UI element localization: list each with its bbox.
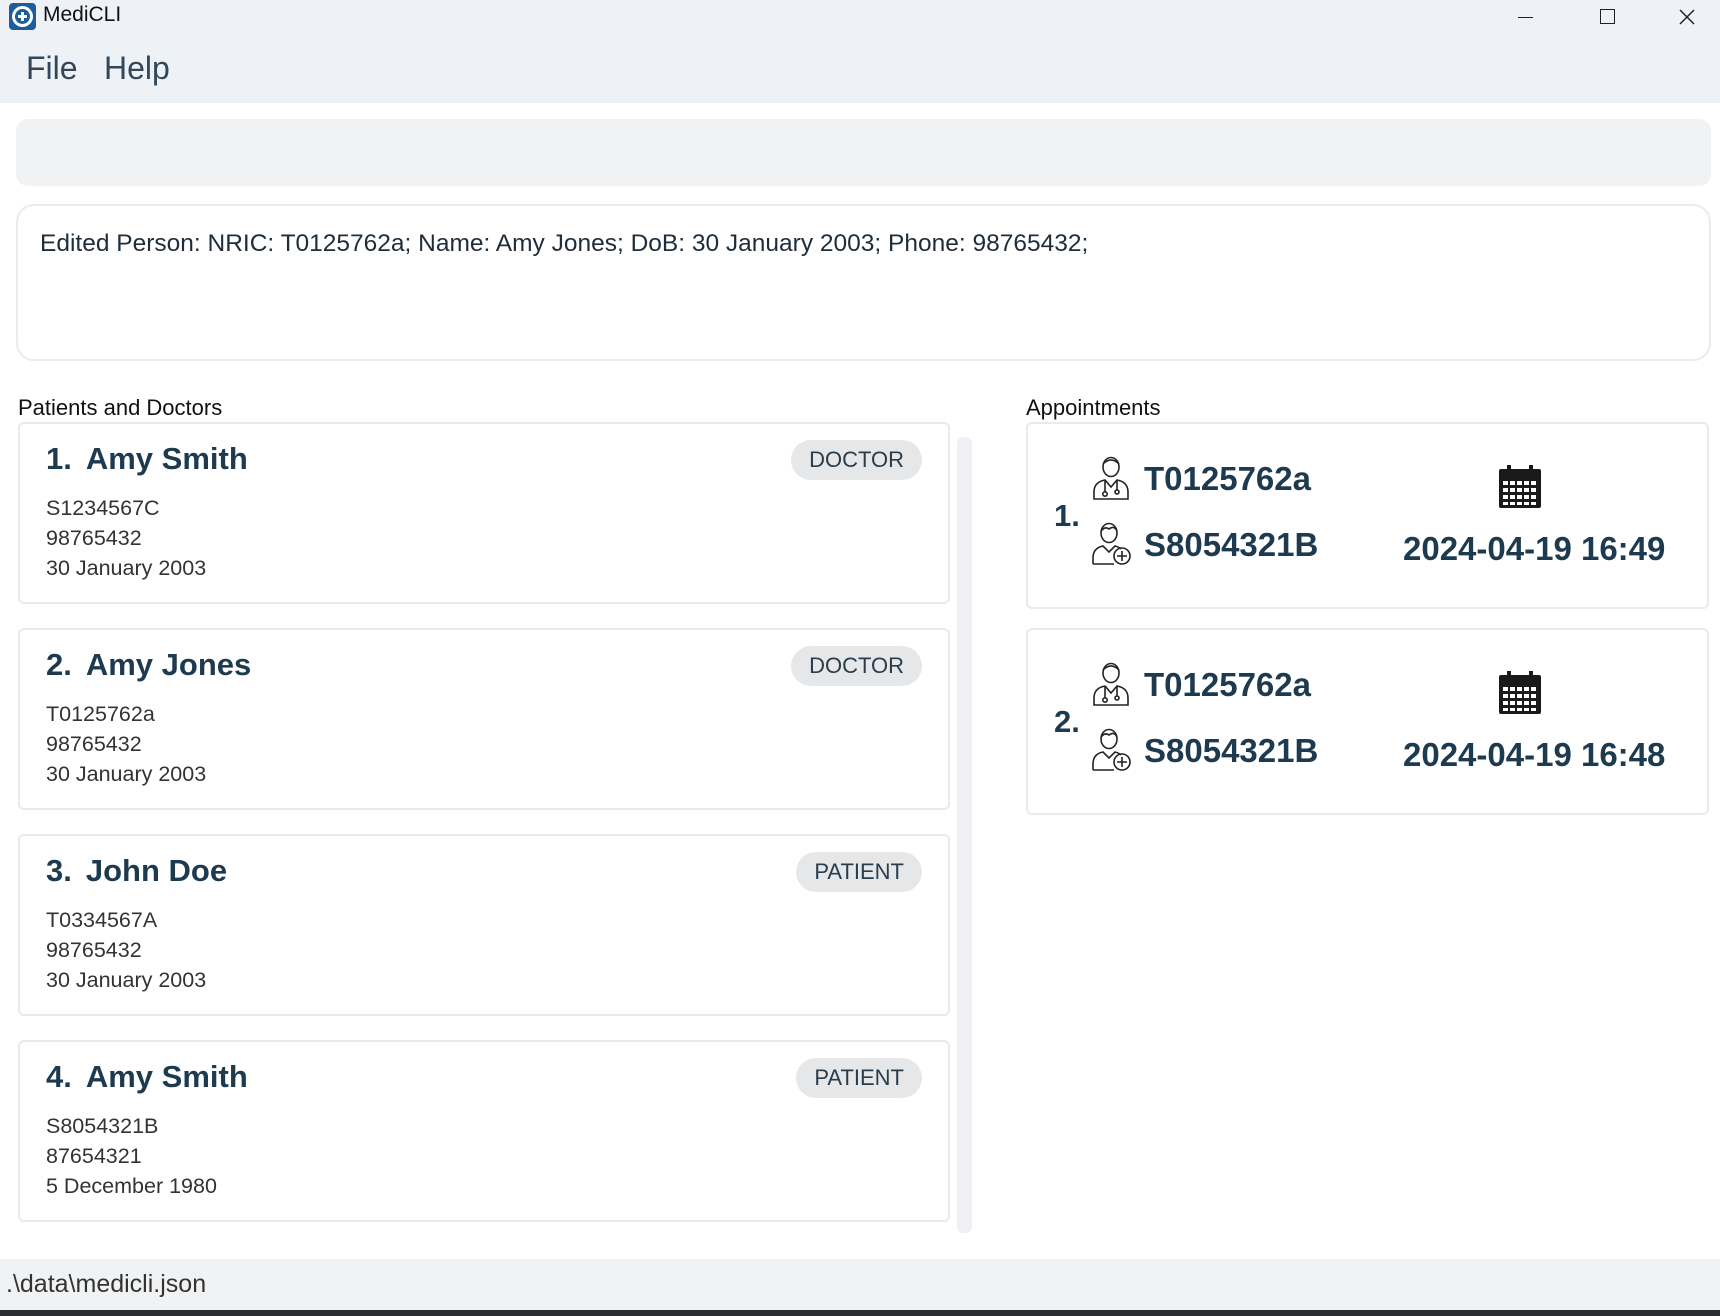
appointments-panel-label: Appointments [1026, 395, 1161, 420]
person-name: Amy Smith [85, 441, 248, 476]
patient-nric: S8054321B [1144, 732, 1319, 769]
result-display: Edited Person: NRIC: T0125762a; Name: Am… [16, 204, 1711, 361]
person-name-line: 1. Amy Smith [46, 441, 248, 477]
menu-bar: File Help [0, 33, 1720, 103]
appointment-card[interactable]: 2. T0125762a S8054321B 2024-04-19 16:48 [1026, 628, 1709, 815]
person-dob: 5 December 1980 [46, 1174, 217, 1198]
patient-icon [1092, 522, 1131, 565]
minimize-icon [1517, 16, 1533, 19]
doctor-icon [1093, 456, 1129, 500]
status-bar: .\data\medicli.json [0, 1259, 1720, 1310]
medical-cross-icon [9, 3, 36, 30]
role-badge: PATIENT [796, 1058, 922, 1098]
appointment-index: 1. [1054, 498, 1080, 533]
menu-file[interactable]: File [26, 50, 78, 87]
person-dob: 30 January 2003 [46, 968, 207, 992]
patient-icon [1092, 728, 1131, 771]
person-nric: S8054321B [46, 1114, 159, 1138]
person-name-line: 4. Amy Smith [46, 1059, 248, 1095]
person-list-scrollbar[interactable] [957, 437, 972, 1233]
person-name-line: 2. Amy Jones [46, 647, 251, 683]
person-nric: T0125762a [46, 702, 155, 726]
person-phone: 87654321 [46, 1144, 142, 1168]
person-list[interactable]: 1. Amy Smith DOCTOR S1234567C 98765432 30… [18, 422, 950, 1238]
patient-nric: S8054321B [1144, 526, 1319, 563]
people-panel-label: Patients and Doctors [18, 395, 223, 420]
doctor-nric: T0125762a [1144, 460, 1311, 497]
appointment-datetime: 2024-04-19 16:48 [1403, 736, 1666, 773]
menu-help[interactable]: Help [104, 50, 170, 87]
person-name: Amy Jones [85, 647, 252, 682]
appointment-index: 2. [1054, 704, 1080, 739]
person-phone: 98765432 [46, 732, 142, 756]
title-bar: MediCLI [0, 0, 1720, 33]
person-card[interactable]: 3. John Doe PATIENT T0334567A 98765432 30… [18, 834, 950, 1016]
appointment-card[interactable]: 1. T0125762a S8054321B 2024-04-19 16:49 [1026, 422, 1709, 609]
person-dob: 30 January 2003 [46, 556, 207, 580]
result-message: Edited Person: NRIC: T0125762a; Name: Am… [40, 230, 1089, 257]
window-bottom-edge [0, 1310, 1720, 1316]
person-index: 4. [46, 1059, 72, 1094]
person-name: John Doe [85, 853, 228, 888]
person-name-line: 3. John Doe [46, 853, 227, 889]
person-name: Amy Smith [85, 1059, 248, 1094]
person-card[interactable]: 1. Amy Smith DOCTOR S1234567C 98765432 30… [18, 422, 950, 604]
doctor-nric: T0125762a [1144, 666, 1311, 703]
person-phone: 98765432 [46, 938, 142, 962]
minimize-button[interactable] [1486, 0, 1564, 33]
calendar-icon [1499, 671, 1541, 714]
maximize-button[interactable] [1568, 0, 1646, 33]
doctor-icon [1093, 662, 1129, 706]
person-phone: 98765432 [46, 526, 142, 550]
maximize-icon [1599, 9, 1615, 24]
person-nric: T0334567A [46, 908, 158, 932]
window-title: MediCLI [43, 3, 122, 26]
role-badge: DOCTOR [791, 440, 922, 480]
person-card[interactable]: 4. Amy Smith PATIENT S8054321B 87654321 5… [18, 1040, 950, 1222]
person-index: 1. [46, 441, 72, 476]
role-badge: DOCTOR [791, 646, 922, 686]
appointment-datetime: 2024-04-19 16:49 [1403, 530, 1666, 567]
person-dob: 30 January 2003 [46, 762, 207, 786]
person-index: 2. [46, 647, 72, 682]
close-icon [1679, 8, 1695, 25]
person-index: 3. [46, 853, 72, 888]
close-button[interactable] [1648, 0, 1720, 33]
calendar-icon [1499, 465, 1541, 508]
data-file-path: .\data\medicli.json [6, 1270, 207, 1298]
person-card[interactable]: 2. Amy Jones DOCTOR T0125762a 98765432 30… [18, 628, 950, 810]
role-badge: PATIENT [796, 852, 922, 892]
person-nric: S1234567C [46, 496, 160, 520]
command-input[interactable] [16, 119, 1711, 186]
